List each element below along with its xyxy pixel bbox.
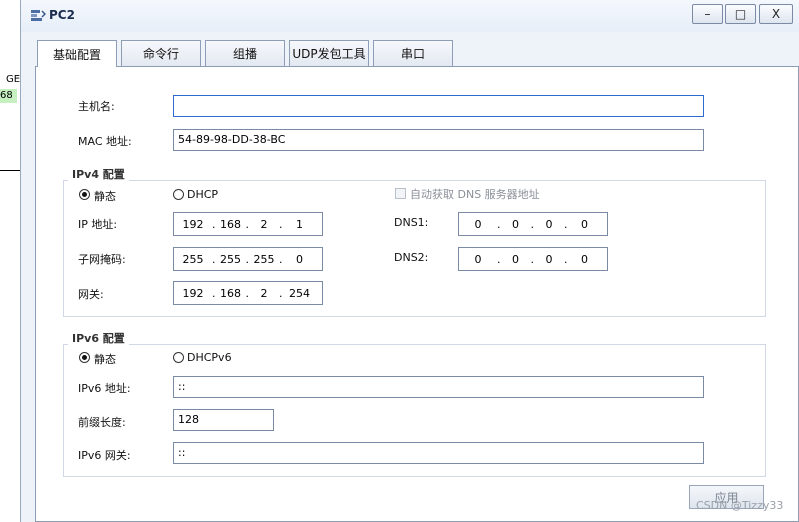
tab-basic-config[interactable]: 基础配置 (37, 40, 117, 67)
gateway-octet: 192 (182, 286, 204, 300)
ip-octet: 1 (296, 217, 303, 231)
ipv6-dhcp-radio[interactable] (173, 352, 184, 363)
dns1-octet: 0 (581, 217, 588, 231)
ipv4-static-radio[interactable] (79, 189, 90, 200)
ipv4-group-title: IPv4 配置 (68, 166, 129, 182)
ipv6-static-radio[interactable] (79, 352, 90, 363)
close-icon: X (771, 7, 781, 21)
ipv4-dhcp-radio[interactable] (173, 189, 184, 200)
mask-octet: 255 (253, 252, 275, 266)
background-badge: 68 (0, 89, 17, 103)
window-title: PC2 (49, 8, 75, 22)
prefix-length-field[interactable]: 128 (173, 409, 274, 431)
gateway-label: 网关: (78, 288, 104, 301)
tab-command-line[interactable]: 命令行 (121, 40, 201, 66)
prefix-length-label: 前缀长度: (78, 416, 126, 429)
background-label: GE (6, 74, 21, 85)
dns1-field[interactable]: 0. 0. 0. 0 (458, 212, 608, 236)
subnet-mask-field[interactable]: 255. 255. 255. 0 (173, 247, 323, 271)
basic-config-panel: 主机名: MAC 地址: 54-89-98-DD-38-BC IPv4 配置 静… (35, 66, 799, 522)
dns2-field[interactable]: 0. 0. 0. 0 (458, 247, 608, 271)
ipv6-gateway-field[interactable]: :: (173, 442, 704, 464)
dns2-octet: 0 (474, 252, 482, 266)
dns1-octet: 0 (545, 217, 553, 231)
ipv6-dhcp-label: DHCPv6 (187, 351, 232, 364)
dns2-octet: 0 (581, 252, 588, 266)
tab-multicast[interactable]: 组播 (205, 40, 285, 66)
tab-udp-tool[interactable]: UDP发包工具 (289, 40, 369, 66)
dns1-octet: 0 (512, 217, 519, 231)
ipv6-group-title: IPv6 配置 (68, 330, 129, 346)
pc-config-window: PC2 – □ X 基础配置 命令行 组播 UDP发包工具 串口 主机名: MA… (20, 0, 799, 522)
hostname-input[interactable] (173, 95, 704, 117)
maximize-button[interactable]: □ (725, 4, 756, 24)
close-button[interactable]: X (759, 4, 793, 24)
ipv4-static-label: 静态 (94, 190, 116, 203)
ip-octet: 192 (182, 217, 204, 231)
gateway-octet: 168 (220, 286, 241, 300)
mask-octet: 0 (296, 252, 303, 266)
gateway-field[interactable]: 192. 168. 2. 254 (173, 281, 323, 305)
dns2-label: DNS2: (394, 251, 429, 264)
maximize-icon: □ (734, 7, 747, 21)
ipv6-static-label: 静态 (94, 353, 116, 366)
ip-address-label: IP 地址: (78, 218, 118, 231)
pc-app-icon (31, 10, 46, 21)
mask-octet: 255 (220, 252, 241, 266)
title-bar[interactable]: PC2 – □ X (21, 0, 799, 32)
mac-label: MAC 地址: (78, 135, 132, 148)
dns2-octet: 0 (545, 252, 553, 266)
ipv6-gateway-label: IPv6 网关: (78, 449, 131, 462)
ip-address-field[interactable]: 192. 168. 2. 1 (173, 212, 323, 236)
mac-field[interactable]: 54-89-98-DD-38-BC (173, 129, 704, 151)
gateway-octet: 254 (289, 286, 310, 300)
ipv6-address-label: IPv6 地址: (78, 382, 131, 395)
auto-dns-checkbox[interactable] (395, 188, 406, 199)
watermark: CSDN @Tizzy33 (696, 499, 784, 512)
auto-dns-label: 自动获取 DNS 服务器地址 (410, 188, 540, 201)
dns2-octet: 0 (512, 252, 519, 266)
dns1-label: DNS1: (394, 216, 429, 229)
ipv6-address-field[interactable]: :: (173, 376, 704, 398)
hostname-label: 主机名: (78, 100, 115, 113)
minimize-button[interactable]: – (692, 4, 723, 24)
ip-octet: 2 (260, 217, 268, 231)
ip-octet: 168 (220, 217, 241, 231)
tab-serial[interactable]: 串口 (373, 40, 453, 66)
ipv4-dhcp-label: DHCP (187, 188, 219, 201)
subnet-mask-label: 子网掩码: (78, 253, 126, 266)
mask-octet: 255 (182, 252, 204, 266)
background-link-line (0, 170, 20, 171)
dns1-octet: 0 (474, 217, 482, 231)
gateway-octet: 2 (260, 286, 268, 300)
minimize-icon: – (704, 7, 711, 21)
